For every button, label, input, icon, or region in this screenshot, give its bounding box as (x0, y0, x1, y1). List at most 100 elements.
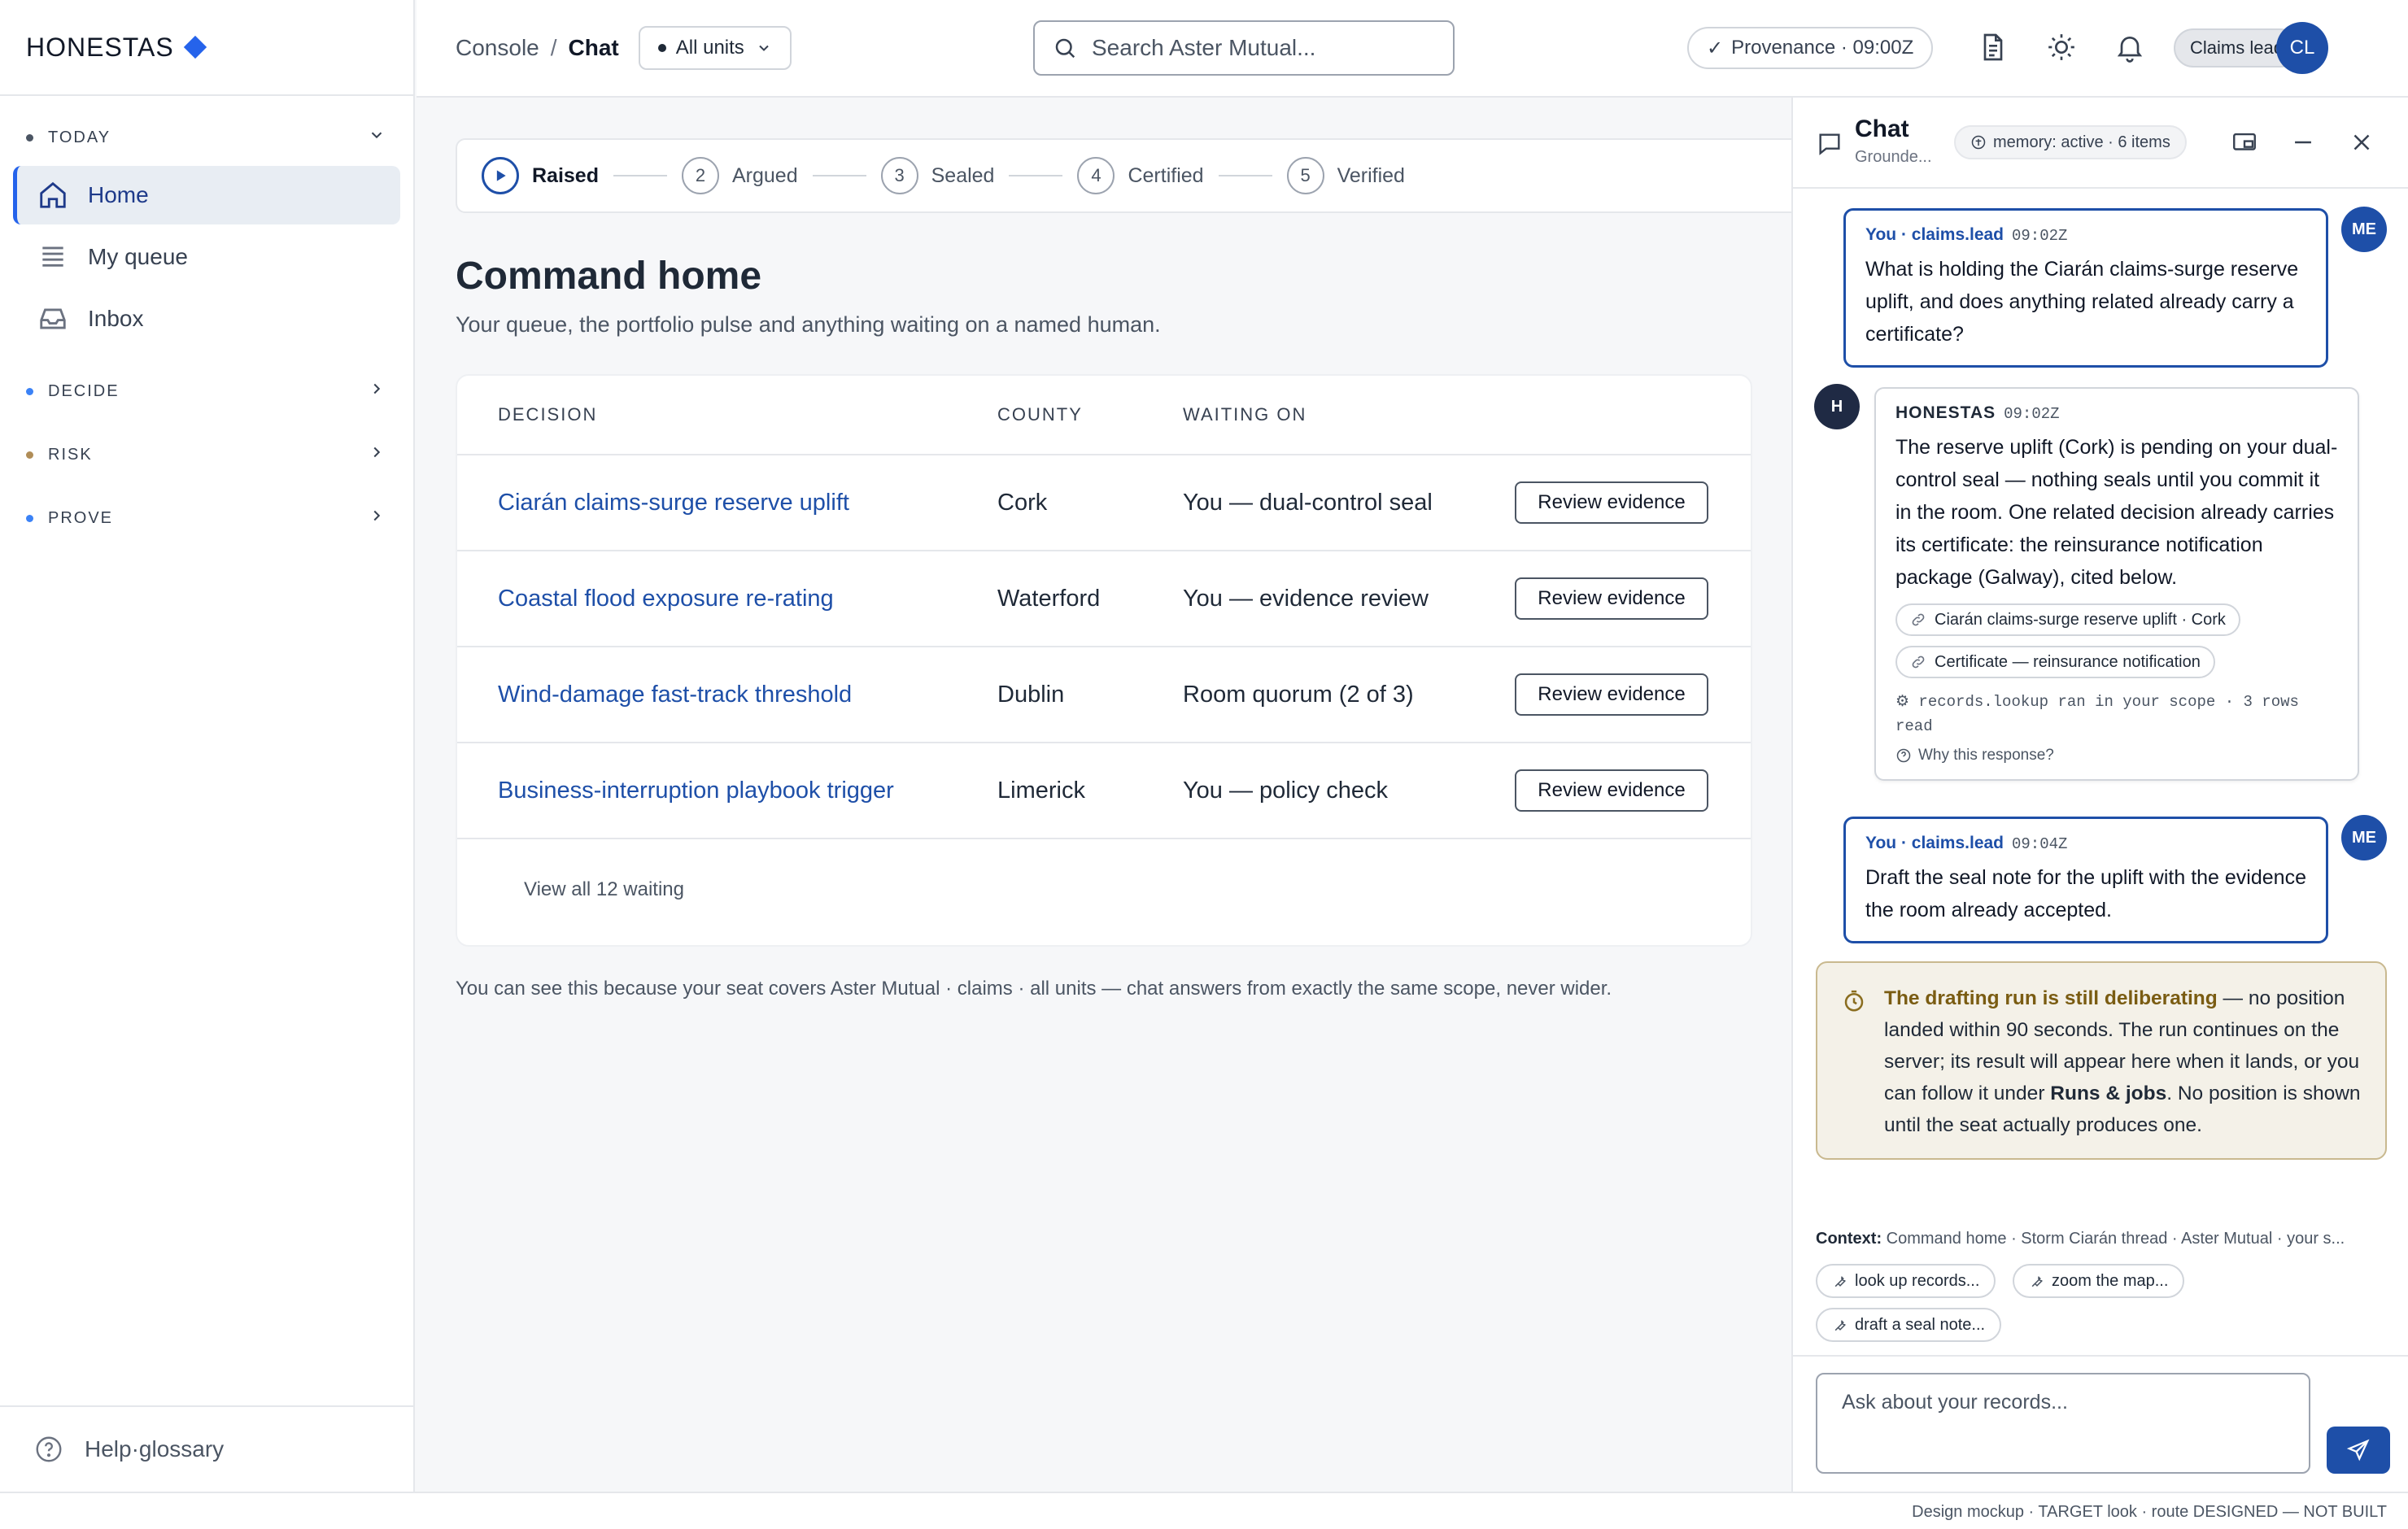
message-meta: You · claims.lead 09:02Z (1865, 225, 2306, 245)
message-timestamp: 09:04Z (2012, 835, 2068, 853)
chat-header: Chat Grounde... memory: active · 6 items (1793, 98, 2408, 189)
group-dot (26, 387, 33, 395)
tool-chip-label: look up records... (1855, 1271, 1980, 1290)
provenance-label: Provenance · 09:00Z (1731, 37, 1914, 59)
sidebar-item-label: Inbox (88, 306, 144, 331)
step-number: 4 (1077, 157, 1115, 194)
runs-jobs-link[interactable]: Runs & jobs (2050, 1082, 2166, 1104)
breadcrumb-console[interactable]: Console (456, 35, 539, 61)
step-raised[interactable]: Raised (482, 157, 599, 194)
message-author: You · claims.lead (1865, 225, 2004, 244)
step-connector (812, 175, 866, 176)
step-number: 2 (681, 157, 719, 194)
sidebar-group-decide[interactable]: DECIDE (0, 363, 413, 420)
decision-link[interactable]: Coastal flood exposure re-rating (498, 586, 834, 612)
citation-chip[interactable]: Certificate — reinsurance notification (1895, 646, 2215, 678)
review-evidence-button[interactable]: Review evidence (1515, 481, 1708, 524)
sidebar-item-label: My queue (88, 244, 188, 269)
message-text: What is holding the Ciarán claims-surge … (1865, 258, 2299, 346)
step-argued[interactable]: 2 Argued (681, 157, 798, 194)
column-header-decision: DECISION (498, 404, 598, 425)
group-dot (26, 514, 33, 522)
message-meta: HONESTAS 09:02Z (1895, 403, 2338, 423)
citation-label: Certificate — reinsurance notification (1935, 652, 2201, 671)
diamond-icon (183, 35, 207, 59)
tool-chip-label: draft a seal note... (1855, 1315, 1986, 1334)
tool-chip-label: zoom the map... (2052, 1271, 2169, 1290)
sidebar-group-label: DECIDE (48, 381, 120, 400)
step-connector (1009, 175, 1063, 176)
context-key: Context: (1816, 1230, 1882, 1248)
chevron-right-icon (368, 443, 386, 466)
message-author: You · claims.lead (1865, 834, 2004, 852)
sidebar-group-prove[interactable]: PROVE (0, 490, 413, 547)
sidebar-group-risk[interactable]: RISK (0, 426, 413, 483)
waiting-on-cell: You — evidence review (1183, 585, 1429, 612)
decision-link[interactable]: Wind-damage fast-track threshold (498, 682, 852, 708)
main-content: Raised 2 Argued 3 Sealed 4 Certified 5 V… (417, 99, 1839, 1492)
wrench-icon (1834, 1276, 1846, 1287)
review-evidence-button[interactable]: Review evidence (1515, 673, 1708, 716)
tool-chip[interactable]: look up records... (1816, 1264, 1996, 1298)
sidebar-item-home[interactable]: Home (13, 166, 400, 224)
step-connector (613, 175, 667, 176)
decision-link[interactable]: Business-interruption playbook trigger (498, 778, 894, 804)
unit-dot (657, 44, 666, 52)
composer-divider (1793, 1355, 2408, 1357)
tool-run-note: ⚙ records.lookup ran in your scope · 3 r… (1895, 693, 2299, 735)
table-row: Business-interruption playbook trigger L… (457, 743, 1751, 839)
step-number: 3 (880, 157, 918, 194)
help-icon (34, 1435, 63, 1464)
home-icon (37, 180, 68, 211)
sidebar-group-label: RISK (48, 445, 93, 464)
brand-logo[interactable]: HONESTAS (0, 0, 413, 96)
bell-icon[interactable] (2114, 31, 2146, 63)
message-timestamp: 09:02Z (2004, 405, 2060, 423)
document-icon[interactable] (1977, 31, 2009, 63)
chevron-down-icon (368, 126, 386, 149)
theme-toggle-icon[interactable] (2045, 31, 2078, 63)
step-certified[interactable]: 4 Certified (1077, 157, 1204, 194)
dock-panel-icon[interactable] (2231, 129, 2258, 156)
sidebar-item-my-queue[interactable]: My queue (13, 228, 400, 286)
unit-select[interactable]: All units (638, 26, 792, 70)
review-evidence-button[interactable]: Review evidence (1515, 769, 1708, 812)
sidebar-item-inbox[interactable]: Inbox (13, 290, 400, 348)
chat-input[interactable] (1816, 1373, 2310, 1474)
footer-strip: Design mockup · TARGET look · route DESI… (0, 1492, 2408, 1529)
message-timestamp: 09:02Z (2012, 227, 2068, 245)
search-box (1033, 20, 1455, 76)
chevron-right-icon (368, 380, 386, 403)
memory-chip[interactable]: memory: active · 6 items (1954, 125, 2187, 159)
page-subtitle: Your queue, the portfolio pulse and anyt… (456, 312, 1161, 337)
step-label: Certified (1128, 163, 1204, 187)
sidebar-group-today[interactable]: TODAY (0, 109, 413, 166)
decision-link[interactable]: Ciarán claims-surge reserve uplift (498, 490, 849, 516)
link-icon (1912, 656, 1925, 669)
minimize-icon[interactable] (2289, 129, 2317, 156)
group-dot (26, 133, 33, 142)
tool-chip[interactable]: draft a seal note... (1816, 1308, 2002, 1342)
review-evidence-button[interactable]: Review evidence (1515, 577, 1708, 620)
why-response-link[interactable]: Why this response? (1895, 747, 2338, 764)
breadcrumb: Console / Chat (456, 35, 619, 61)
unit-select-value: All units (675, 37, 744, 59)
step-connector (1218, 175, 1272, 176)
breadcrumb-separator: / (550, 35, 557, 60)
help-glossary-link[interactable]: Help·glossary (0, 1405, 413, 1492)
group-dot (26, 451, 33, 459)
view-all-link[interactable]: View all 12 waiting (524, 878, 684, 901)
send-button[interactable] (2327, 1427, 2390, 1474)
waiting-on-cell: You — dual-control seal (1183, 489, 1433, 516)
step-sealed[interactable]: 3 Sealed (880, 157, 994, 194)
step-verified[interactable]: 5 Verified (1286, 157, 1405, 194)
tool-chip[interactable]: zoom the map... (2013, 1264, 2185, 1298)
avatar[interactable]: CL (2276, 22, 2328, 74)
county-cell: Cork (997, 489, 1048, 516)
search-input[interactable] (1092, 35, 1433, 61)
chat-bubble-icon (1816, 130, 1843, 158)
county-cell: Dublin (997, 681, 1065, 708)
citation-chip[interactable]: Ciarán claims-surge reserve uplift · Cor… (1895, 603, 2240, 636)
provenance-badge[interactable]: ✓ Provenance · 09:00Z (1687, 27, 1934, 69)
close-icon[interactable] (2348, 129, 2375, 156)
